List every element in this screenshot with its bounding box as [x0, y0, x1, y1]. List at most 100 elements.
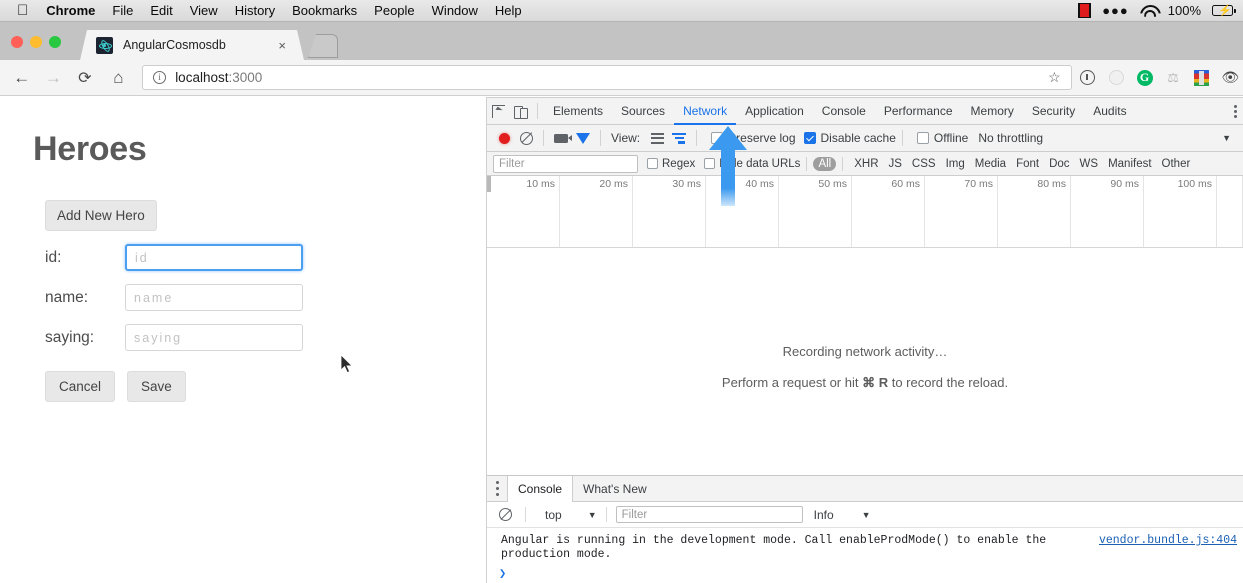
close-window-button[interactable] — [11, 36, 23, 48]
maximize-window-button[interactable] — [49, 36, 61, 48]
back-icon[interactable]: ← — [9, 65, 35, 91]
battery-icon[interactable]: ⚡ — [1212, 5, 1233, 16]
tab-security[interactable]: Security — [1023, 98, 1084, 125]
filter-type-doc[interactable]: Doc — [1044, 157, 1074, 171]
console-level-select[interactable]: Info ▼ — [814, 508, 871, 522]
tab-audits[interactable]: Audits — [1084, 98, 1135, 125]
add-new-hero-button[interactable]: Add New Hero — [45, 200, 157, 231]
menu-chrome[interactable]: Chrome — [46, 3, 95, 18]
filter-type-ws[interactable]: WS — [1075, 157, 1104, 171]
timeline-tick: 80 ms — [998, 176, 1071, 247]
browser-tab[interactable]: AngularCosmosdb × — [80, 30, 304, 60]
extension-circle-icon[interactable] — [1103, 65, 1129, 91]
extension-info-icon[interactable] — [1075, 65, 1101, 91]
save-button[interactable]: Save — [127, 371, 186, 402]
name-input[interactable] — [125, 284, 303, 311]
console-log-row: Angular is running in the development mo… — [487, 528, 1243, 562]
recording-message: Recording network activity… — [783, 344, 948, 359]
filter-type-css[interactable]: CSS — [907, 157, 941, 171]
extension-colorful-icon[interactable] — [1189, 65, 1215, 91]
drawer-tab-console[interactable]: Console — [507, 476, 573, 502]
cancel-button[interactable]: Cancel — [45, 371, 115, 402]
close-tab-icon[interactable]: × — [278, 38, 286, 53]
console-clear-icon[interactable] — [494, 504, 516, 526]
filter-funnel-icon[interactable] — [572, 127, 594, 149]
clear-icon[interactable] — [515, 127, 537, 149]
address-bar[interactable]: i localhost:3000 ☆ — [142, 65, 1072, 90]
menu-window[interactable]: Window — [432, 3, 478, 18]
page-info-icon[interactable]: i — [153, 71, 166, 84]
bookmark-star-icon[interactable]: ☆ — [1048, 69, 1061, 86]
forward-icon[interactable]: → — [41, 65, 67, 91]
drawer-tab-whats-new[interactable]: What's New — [573, 476, 657, 502]
web-page-content: Heroes Add New Hero id: name: saying: Ca… — [0, 97, 487, 583]
tab-performance[interactable]: Performance — [875, 98, 962, 125]
extension-tree-icon[interactable]: ⚖ — [1160, 65, 1186, 91]
menu-view[interactable]: View — [190, 3, 218, 18]
dots-icon[interactable]: ●●● — [1102, 4, 1129, 17]
drawer-more-icon[interactable] — [487, 480, 507, 497]
preserve-log-checkbox[interactable]: Preserve log — [711, 131, 795, 145]
extension-grammarly-icon[interactable]: G — [1132, 65, 1158, 91]
perform-request-message: Perform a request or hit ⌘ R to record t… — [722, 375, 1008, 391]
console-log-source-link[interactable]: vendor.bundle.js:404 — [1099, 534, 1237, 547]
network-filter-input[interactable] — [493, 155, 638, 173]
console-divider-2 — [606, 507, 607, 522]
reload-icon[interactable]: ⟳ — [72, 65, 98, 91]
filter-type-font[interactable]: Font — [1011, 157, 1044, 171]
tab-network[interactable]: Network — [674, 98, 736, 125]
devtools-more-icon[interactable] — [1234, 103, 1237, 120]
filter-type-manifest[interactable]: Manifest — [1103, 157, 1156, 171]
device-toolbar-icon[interactable] — [509, 100, 531, 122]
inspect-element-icon[interactable] — [487, 100, 509, 122]
home-icon[interactable]: ⌂ — [106, 65, 132, 91]
record-button[interactable] — [493, 127, 515, 149]
console-context-value: top — [545, 508, 562, 522]
film-icon[interactable] — [1078, 3, 1091, 18]
apple-logo-icon[interactable]:  — [17, 3, 28, 18]
filter-type-xhr[interactable]: XHR — [849, 157, 883, 171]
minimize-window-button[interactable] — [30, 36, 42, 48]
menu-history[interactable]: History — [235, 3, 275, 18]
console-toolbar: top ▼ Info ▼ — [487, 502, 1243, 528]
saying-input[interactable] — [125, 324, 303, 351]
console-filter-input[interactable] — [616, 506, 803, 523]
wifi-icon[interactable] — [1140, 5, 1157, 17]
menu-bar-status: ●●● 100% ⚡ — [1078, 3, 1233, 18]
throttling-caret-icon[interactable]: ▼ — [1222, 133, 1231, 143]
console-log-message: Angular is running in the development mo… — [501, 534, 1101, 562]
filter-type-media[interactable]: Media — [970, 157, 1011, 171]
filter-type-all[interactable]: All — [813, 157, 836, 171]
filter-type-img[interactable]: Img — [941, 157, 970, 171]
tab-application[interactable]: Application — [736, 98, 813, 125]
network-timeline-ruler[interactable]: 10 ms 20 ms 30 ms 40 ms 50 ms 60 ms 70 m… — [487, 176, 1243, 248]
tab-console[interactable]: Console — [813, 98, 875, 125]
menu-bookmarks[interactable]: Bookmarks — [292, 3, 357, 18]
tab-sources[interactable]: Sources — [612, 98, 674, 125]
tab-memory[interactable]: Memory — [962, 98, 1023, 125]
menu-help[interactable]: Help — [495, 3, 522, 18]
disable-cache-checkbox[interactable]: Disable cache — [804, 131, 896, 145]
extension-eye-icon[interactable]: 👁 — [1217, 65, 1243, 91]
new-tab-button[interactable] — [308, 34, 338, 58]
regex-checkbox[interactable]: Regex — [647, 158, 695, 170]
toolbar-divider — [537, 103, 538, 119]
throttling-select[interactable]: No throttling — [978, 131, 1043, 145]
filter-type-js[interactable]: JS — [884, 157, 907, 171]
saying-label: saying: — [45, 329, 125, 347]
id-input[interactable] — [125, 244, 303, 271]
filter-type-other[interactable]: Other — [1157, 157, 1196, 171]
mouse-cursor-icon — [341, 355, 354, 374]
tab-elements[interactable]: Elements — [544, 98, 612, 125]
offline-checkbox[interactable]: Offline — [917, 131, 968, 145]
menu-edit[interactable]: Edit — [150, 3, 172, 18]
console-prompt[interactable]: ❯ — [499, 566, 1243, 581]
capture-screenshots-icon[interactable] — [550, 127, 572, 149]
menu-people[interactable]: People — [374, 3, 414, 18]
list-view-icon[interactable] — [646, 127, 668, 149]
menu-file[interactable]: File — [112, 3, 133, 18]
hide-data-urls-checkbox[interactable]: Hide data URLs — [704, 158, 800, 170]
name-label: name: — [45, 289, 125, 307]
console-context-select[interactable]: top ▼ — [545, 508, 597, 522]
waterfall-view-icon[interactable] — [668, 127, 690, 149]
